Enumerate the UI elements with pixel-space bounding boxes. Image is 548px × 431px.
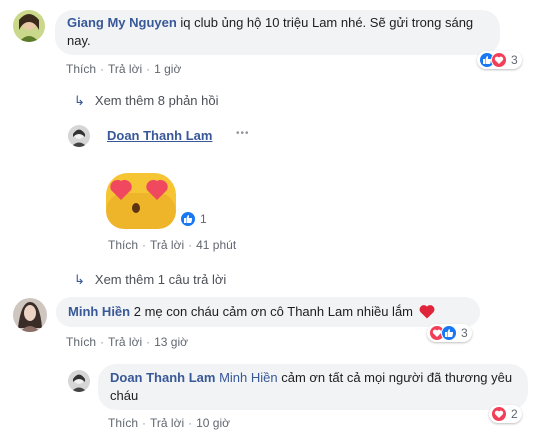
comment-text: 2 mẹ con cháu cảm ơn cô Thanh Lam nhiều …	[133, 304, 414, 319]
comment-bubble: Giang My Nguyen iq club ủng hộ 10 triệu …	[55, 10, 500, 55]
view-more-replies-label: Xem thêm 8 phản hồi	[94, 93, 219, 108]
avatar[interactable]	[13, 10, 45, 42]
comment-time[interactable]: 13 giờ	[154, 335, 188, 349]
reaction-count: 2	[511, 407, 518, 421]
comment-author[interactable]: Minh Hiền	[68, 304, 130, 319]
reaction-count: 3	[461, 326, 468, 340]
love-icon	[491, 52, 507, 68]
comment-actions: Thích · Trả lời · 1 giờ	[66, 62, 182, 76]
comment-time[interactable]: 10 giờ	[196, 416, 230, 430]
comment-time[interactable]: 41 phút	[196, 238, 236, 252]
love-icon	[491, 406, 507, 422]
reaction-count: 1	[200, 212, 207, 226]
comment-time[interactable]: 1 giờ	[154, 62, 181, 76]
like-link[interactable]: Thích	[108, 416, 138, 430]
like-link[interactable]: Thích	[66, 62, 96, 76]
comment-author[interactable]: Doan Thanh Lam	[110, 370, 215, 385]
red-heart-emoji	[419, 304, 435, 324]
avatar[interactable]	[68, 370, 90, 392]
comment-actions: Thích · Trả lời · 10 giờ	[108, 416, 230, 430]
reply-arrow-icon: ↳	[74, 272, 85, 287]
reply-link[interactable]: Trả lời	[108, 335, 142, 349]
comment-author[interactable]: Giang My Nguyen	[67, 15, 177, 30]
comment-bubble: Doan Thanh Lam Minh Hiền cảm ơn tất cả m…	[98, 364, 528, 410]
comment-bubble: Minh Hiền 2 mẹ con cháu cảm ơn cô Thanh …	[56, 297, 480, 327]
like-link[interactable]: Thích	[108, 238, 138, 252]
more-options-icon[interactable]: •••	[236, 128, 250, 139]
avatar[interactable]	[13, 298, 47, 332]
reply-link[interactable]: Trả lời	[150, 416, 184, 430]
reply-arrow-icon: ↳	[74, 93, 85, 108]
reaction-count: 3	[511, 53, 518, 67]
like-link[interactable]: Thích	[66, 335, 96, 349]
reaction-summary[interactable]: 3	[477, 51, 522, 69]
reaction-summary[interactable]: 3	[427, 324, 472, 342]
like-icon	[441, 325, 457, 341]
view-more-replies[interactable]: ↳ Xem thêm 8 phản hồi	[74, 93, 218, 109]
reaction-summary[interactable]: 2	[489, 405, 522, 423]
reaction-summary[interactable]: 1	[178, 210, 211, 228]
view-more-replies-label: Xem thêm 1 câu trả lời	[94, 272, 227, 287]
reply-link[interactable]: Trả lời	[150, 238, 184, 252]
reply-link[interactable]: Trả lời	[108, 62, 142, 76]
comment-actions: Thích · Trả lời · 13 giờ	[66, 335, 188, 349]
view-more-replies[interactable]: ↳ Xem thêm 1 câu trả lời	[74, 272, 226, 288]
comment-actions: Thích · Trả lời · 41 phút	[108, 238, 237, 252]
heart-eyes-emoji	[94, 163, 188, 229]
like-icon	[180, 211, 196, 227]
mention-link[interactable]: Minh Hiền	[219, 370, 278, 385]
avatar[interactable]	[68, 125, 90, 147]
reply-author[interactable]: Doan Thanh Lam	[107, 128, 212, 143]
